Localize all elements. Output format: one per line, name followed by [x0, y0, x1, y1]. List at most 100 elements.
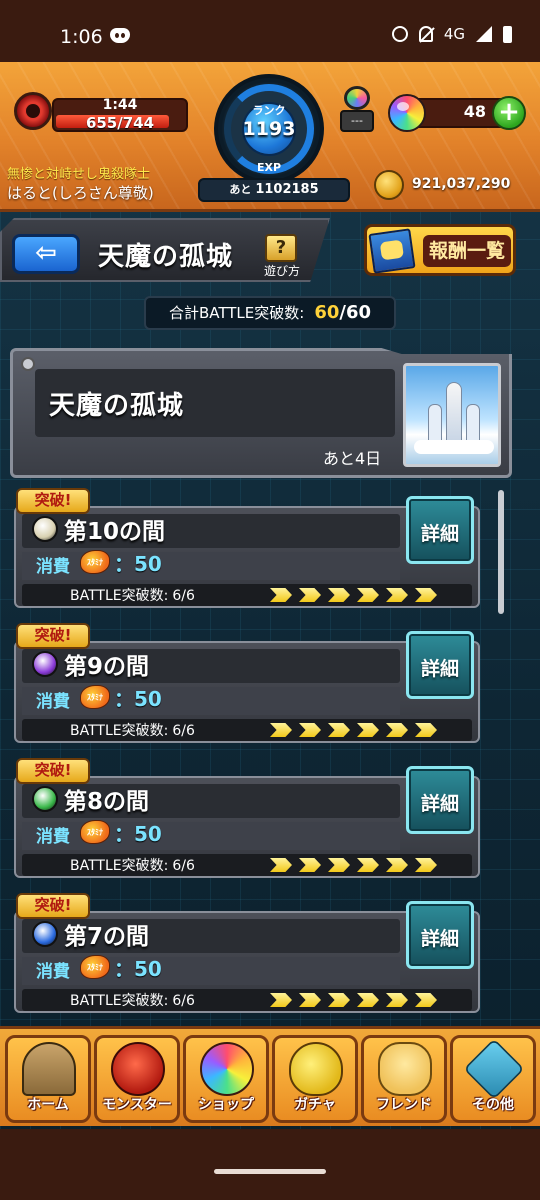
- progress-chevron: [357, 993, 379, 1007]
- cleared-badge: 突破!: [16, 893, 90, 919]
- nav-gacha[interactable]: ガチャ: [272, 1035, 358, 1123]
- guild-title: 無惨と対峙せし鬼殺隊士: [7, 167, 151, 182]
- cost-value: ：50: [114, 957, 162, 981]
- light-element-icon: [32, 516, 58, 542]
- buy-orb-button[interactable]: +: [492, 96, 526, 130]
- progress-chevron: [328, 993, 350, 1007]
- floor-item[interactable]: 突破! 第8の間 消費 ｽﾀﾐﾅ ：50 BATTLE突破数: 6/6 詳細: [14, 758, 484, 882]
- reward-list-button[interactable]: 報酬一覧: [364, 224, 516, 276]
- floor-cost-plate: [22, 687, 400, 715]
- detail-label: 詳細: [420, 523, 459, 545]
- progress-chevron: [357, 588, 379, 602]
- battery-icon: [503, 25, 512, 43]
- progress-chevron: [299, 588, 321, 602]
- cleared-badge: 突破!: [16, 488, 90, 514]
- stamina-value: 655/744: [85, 114, 155, 132]
- banner-title-plate: 天魔の孤城: [35, 369, 395, 437]
- nav-label: フレンド: [376, 1097, 432, 1113]
- back-arrow-icon: ⇦: [35, 238, 57, 268]
- total-battle-max: /60: [339, 302, 372, 323]
- floor-name: 第9の間: [64, 654, 150, 680]
- detail-label: 詳細: [420, 793, 459, 815]
- stamina-cost-icon: ｽﾀﾐﾅ: [80, 685, 110, 709]
- exp-remaining-panel: あと 1102185: [198, 178, 350, 202]
- detail-button[interactable]: 詳細: [406, 496, 474, 564]
- castle-icon: [414, 382, 494, 454]
- nav-other[interactable]: その他: [450, 1035, 536, 1123]
- monster-icon: [111, 1042, 165, 1096]
- battle-progress-value: 6/6: [172, 858, 195, 874]
- progress-chevron: [415, 993, 437, 1007]
- progress-chevron: [328, 858, 350, 872]
- exp-prefix: あと: [229, 183, 252, 196]
- cost-label: 消費: [36, 557, 70, 577]
- nav-label: その他: [472, 1097, 514, 1113]
- help-button[interactable]: ? 遊び方: [260, 234, 304, 278]
- question-icon: ?: [265, 234, 297, 262]
- cost-value: ：50: [114, 687, 162, 711]
- total-battle-current: 60: [314, 302, 340, 323]
- nav-monster[interactable]: モンスター: [94, 1035, 180, 1123]
- battle-progress-value: 6/6: [172, 993, 195, 1009]
- floor-item[interactable]: 突破! 第9の間 消費 ｽﾀﾐﾅ ：50 BATTLE突破数: 6/6 詳細: [14, 623, 484, 747]
- progress-chevron: [357, 723, 379, 737]
- detail-label: 詳細: [420, 658, 459, 680]
- list-scrollbar[interactable]: [498, 490, 504, 614]
- notifications-off-icon: [418, 26, 433, 42]
- floor-item[interactable]: 突破! 第10の間 消費 ｽﾀﾐﾅ ：50 BATTLE突破数: 6/6 詳細: [14, 488, 484, 612]
- progress-chevron: [328, 723, 350, 737]
- shop-icon: [200, 1042, 254, 1096]
- battle-progress-label: BATTLE突破数: 6/6: [70, 993, 195, 1009]
- cleared-badge: 突破!: [16, 623, 90, 649]
- rank-badge[interactable]: ランク 1193 EXP: [214, 74, 324, 184]
- coin-value: 921,037,290: [412, 176, 511, 192]
- progress-chevron: [299, 858, 321, 872]
- floor-cost-plate: [22, 552, 400, 580]
- water-element-icon: [32, 921, 58, 947]
- detail-button[interactable]: 詳細: [406, 901, 474, 969]
- rank-label: ランク: [252, 104, 286, 117]
- exp-remaining: 1102185: [255, 182, 319, 197]
- progress-chevrons: [270, 723, 450, 737]
- gauge-value: ---: [340, 110, 374, 132]
- gauge-orb: [344, 86, 370, 110]
- cost-label: 消費: [36, 962, 70, 982]
- progress-chevron: [415, 723, 437, 737]
- help-label: 遊び方: [263, 264, 300, 278]
- nav-label: ガチャ: [294, 1097, 336, 1113]
- coin-icon: [374, 170, 404, 200]
- castle-image: [403, 363, 501, 467]
- days-remaining: あと4日: [323, 449, 382, 468]
- progress-chevron: [299, 993, 321, 1007]
- battle-progress-label: BATTLE突破数: 6/6: [70, 858, 195, 874]
- detail-button[interactable]: 詳細: [406, 766, 474, 834]
- app-root: 1:06 4G 1:44 655/744 ランク 1193 EXP あと 1102…: [0, 0, 540, 1200]
- cost-value: ：50: [114, 552, 162, 576]
- orb-counter: 48 +: [388, 94, 526, 132]
- battle-progress-row: BATTLE突破数: 6/6: [22, 719, 472, 741]
- gesture-handle[interactable]: [214, 1169, 326, 1174]
- gauge-icon[interactable]: ---: [340, 86, 374, 134]
- stamina-timer: 1:44: [102, 97, 138, 113]
- floor-item[interactable]: 突破! 第7の間 消費 ｽﾀﾐﾅ ：50 BATTLE突破数: 6/6 詳細: [14, 893, 484, 1017]
- battle-progress-value: 6/6: [172, 723, 195, 739]
- progress-chevron: [299, 723, 321, 737]
- cost-value: ：50: [114, 822, 162, 846]
- nav-home[interactable]: ホーム: [5, 1035, 91, 1123]
- floor-list[interactable]: 突破! 第10の間 消費 ｽﾀﾐﾅ ：50 BATTLE突破数: 6/6 詳細 突破! 第9の間消…: [0, 488, 540, 1020]
- nav-label: ホーム: [27, 1097, 69, 1113]
- detail-label: 詳細: [420, 928, 459, 950]
- nav-label: ショップ: [198, 1097, 254, 1113]
- bottom-navigation: ホーム モンスター ショップ ガチャ フレンド その他: [0, 1026, 540, 1126]
- detail-button[interactable]: 詳細: [406, 631, 474, 699]
- progress-chevron: [386, 993, 408, 1007]
- back-button[interactable]: ⇦: [12, 234, 80, 274]
- cost-label: 消費: [36, 827, 70, 847]
- status-time: 1:06: [60, 26, 103, 48]
- progress-chevron: [270, 858, 292, 872]
- nav-shop[interactable]: ショップ: [183, 1035, 269, 1123]
- battle-progress-label: BATTLE突破数: 6/6: [70, 723, 195, 739]
- dark-element-icon: [32, 651, 58, 677]
- nav-friend[interactable]: フレンド: [361, 1035, 447, 1123]
- status-bar: 1:06 4G: [0, 0, 540, 62]
